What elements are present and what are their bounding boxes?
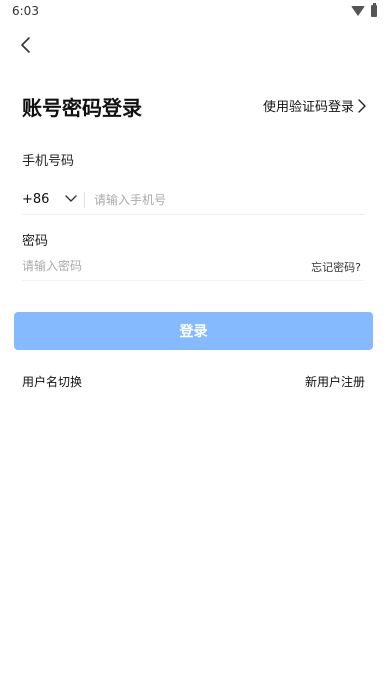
code-login-label: 使用验证码登录: [262, 100, 354, 115]
password-input[interactable]: [22, 256, 262, 276]
chevron-left-icon: [21, 37, 30, 53]
forgot-password-link[interactable]: 忘记密码?: [311, 259, 361, 275]
field-divider: [84, 192, 85, 208]
login-button[interactable]: 登录: [14, 312, 373, 350]
switch-username-link[interactable]: 用户名切换: [22, 373, 82, 390]
status-bar: 6:03: [0, 0, 387, 22]
password-field-row: 忘记密码?: [22, 252, 365, 281]
chevron-right-icon: [358, 98, 366, 113]
status-time: 6:03: [12, 4, 39, 18]
status-icons: [351, 3, 377, 18]
chevron-down-icon[interactable]: [64, 194, 78, 204]
phone-input[interactable]: [94, 190, 354, 210]
register-link[interactable]: 新用户注册: [305, 373, 365, 390]
back-button[interactable]: [16, 34, 38, 56]
phone-label: 手机号码: [22, 154, 75, 169]
battery-icon: [371, 3, 377, 17]
code-login-link[interactable]: 使用验证码登录: [263, 96, 367, 115]
page-title: 账号密码登录: [22, 96, 142, 120]
phone-field-row: +86: [22, 186, 365, 215]
wifi-icon: [351, 6, 365, 16]
country-code-selector[interactable]: +86: [22, 192, 49, 207]
password-label: 密码: [22, 234, 49, 249]
